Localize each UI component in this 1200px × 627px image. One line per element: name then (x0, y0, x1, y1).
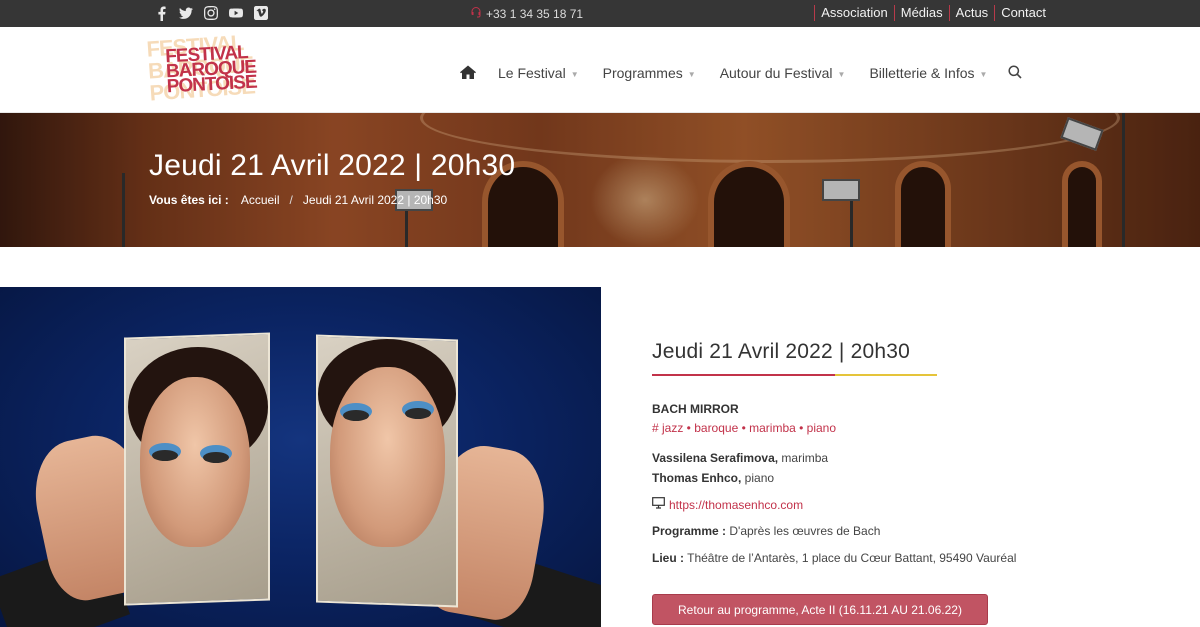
chevron-down-icon: ▼ (837, 69, 846, 79)
nav-programmes[interactable]: Programmes ▼ (603, 65, 696, 81)
nav-le-festival[interactable]: Le Festival ▼ (498, 65, 579, 81)
artist-item: Vassilena Serafimova, marimba (652, 451, 829, 465)
headset-icon (470, 6, 482, 21)
artist-item: Thomas Enhco, piano (652, 471, 775, 485)
event-tags[interactable]: # jazz • baroque • marimba • piano (652, 421, 1172, 435)
top-link-association[interactable]: Association (814, 5, 893, 21)
top-link-medias[interactable]: Médias (893, 5, 949, 21)
site-header: FESTIVAL BAROQUE PONTOISE FESTIVAL BAROQ… (0, 27, 1200, 113)
page-banner: Jeudi 21 Avril 2022 | 20h30 Vous êtes ic… (0, 113, 1200, 247)
top-links: Association Médias Actus Contact (814, 5, 1052, 21)
top-link-actus[interactable]: Actus (948, 5, 995, 21)
website-link[interactable]: https://thomasenhco.com (652, 497, 1172, 512)
back-to-programme-button[interactable]: Retour au programme, Acte II (16.11.21 A… (652, 594, 988, 625)
page-title: Jeudi 21 Avril 2022 | 20h30 (149, 149, 516, 182)
chevron-down-icon: ▼ (979, 69, 988, 79)
youtube-icon[interactable] (229, 5, 243, 21)
logo[interactable]: FESTIVAL BAROQUE PONTOISE FESTIVAL BAROQ… (146, 30, 272, 107)
breadcrumb: Vous êtes ici : Accueil / Jeudi 21 Avril… (149, 193, 447, 207)
twitter-icon[interactable] (179, 5, 193, 21)
breadcrumb-separator: / (289, 193, 293, 207)
chevron-down-icon: ▼ (570, 69, 579, 79)
vimeo-icon[interactable] (254, 5, 268, 21)
breadcrumb-home[interactable]: Accueil (241, 193, 280, 207)
programme-info: Programme : D'après les œuvres de Bach (652, 524, 881, 538)
top-link-contact[interactable]: Contact (994, 5, 1052, 21)
nav-autour-du-festival[interactable]: Autour du Festival ▼ (720, 65, 846, 81)
social-links (154, 5, 268, 21)
chevron-down-icon: ▼ (687, 69, 696, 79)
heading-underline (652, 374, 937, 376)
logo-text: FESTIVAL BAROQUE PONTOISE (164, 42, 258, 98)
phone-text: +33 1 34 35 18 71 (486, 6, 584, 21)
venue-info: Lieu : Théâtre de l’Antarès, 1 place du … (652, 551, 1017, 565)
main-nav: Le Festival ▼ Programmes ▼ Autour du Festi… (460, 65, 1011, 81)
artist-list: Vassilena Serafimova, marimba Thomas Enh… (652, 448, 1172, 488)
top-bar: +33 1 34 35 18 71 Association Médias Act… (0, 0, 1200, 27)
facebook-icon[interactable] (154, 5, 168, 21)
event-photo (0, 287, 601, 627)
home-icon[interactable] (460, 65, 476, 81)
breadcrumb-current: Jeudi 21 Avril 2022 | 20h30 (302, 193, 448, 207)
face (140, 377, 250, 547)
nav-billetterie-infos[interactable]: Billetterie & Infos ▼ (869, 65, 987, 81)
event-heading: Jeudi 21 Avril 2022 | 20h30 (652, 340, 910, 363)
instagram-icon[interactable] (204, 5, 218, 21)
search-icon[interactable] (1008, 65, 1024, 81)
monitor-icon (652, 497, 665, 512)
breadcrumb-label: Vous êtes ici : (149, 193, 229, 207)
event-title: BACH MIRROR (652, 402, 739, 416)
event-details: Jeudi 21 Avril 2022 | 20h30 BACH MIRROR … (652, 340, 1172, 625)
phone-number[interactable]: +33 1 34 35 18 71 (470, 6, 583, 21)
face (330, 367, 445, 547)
